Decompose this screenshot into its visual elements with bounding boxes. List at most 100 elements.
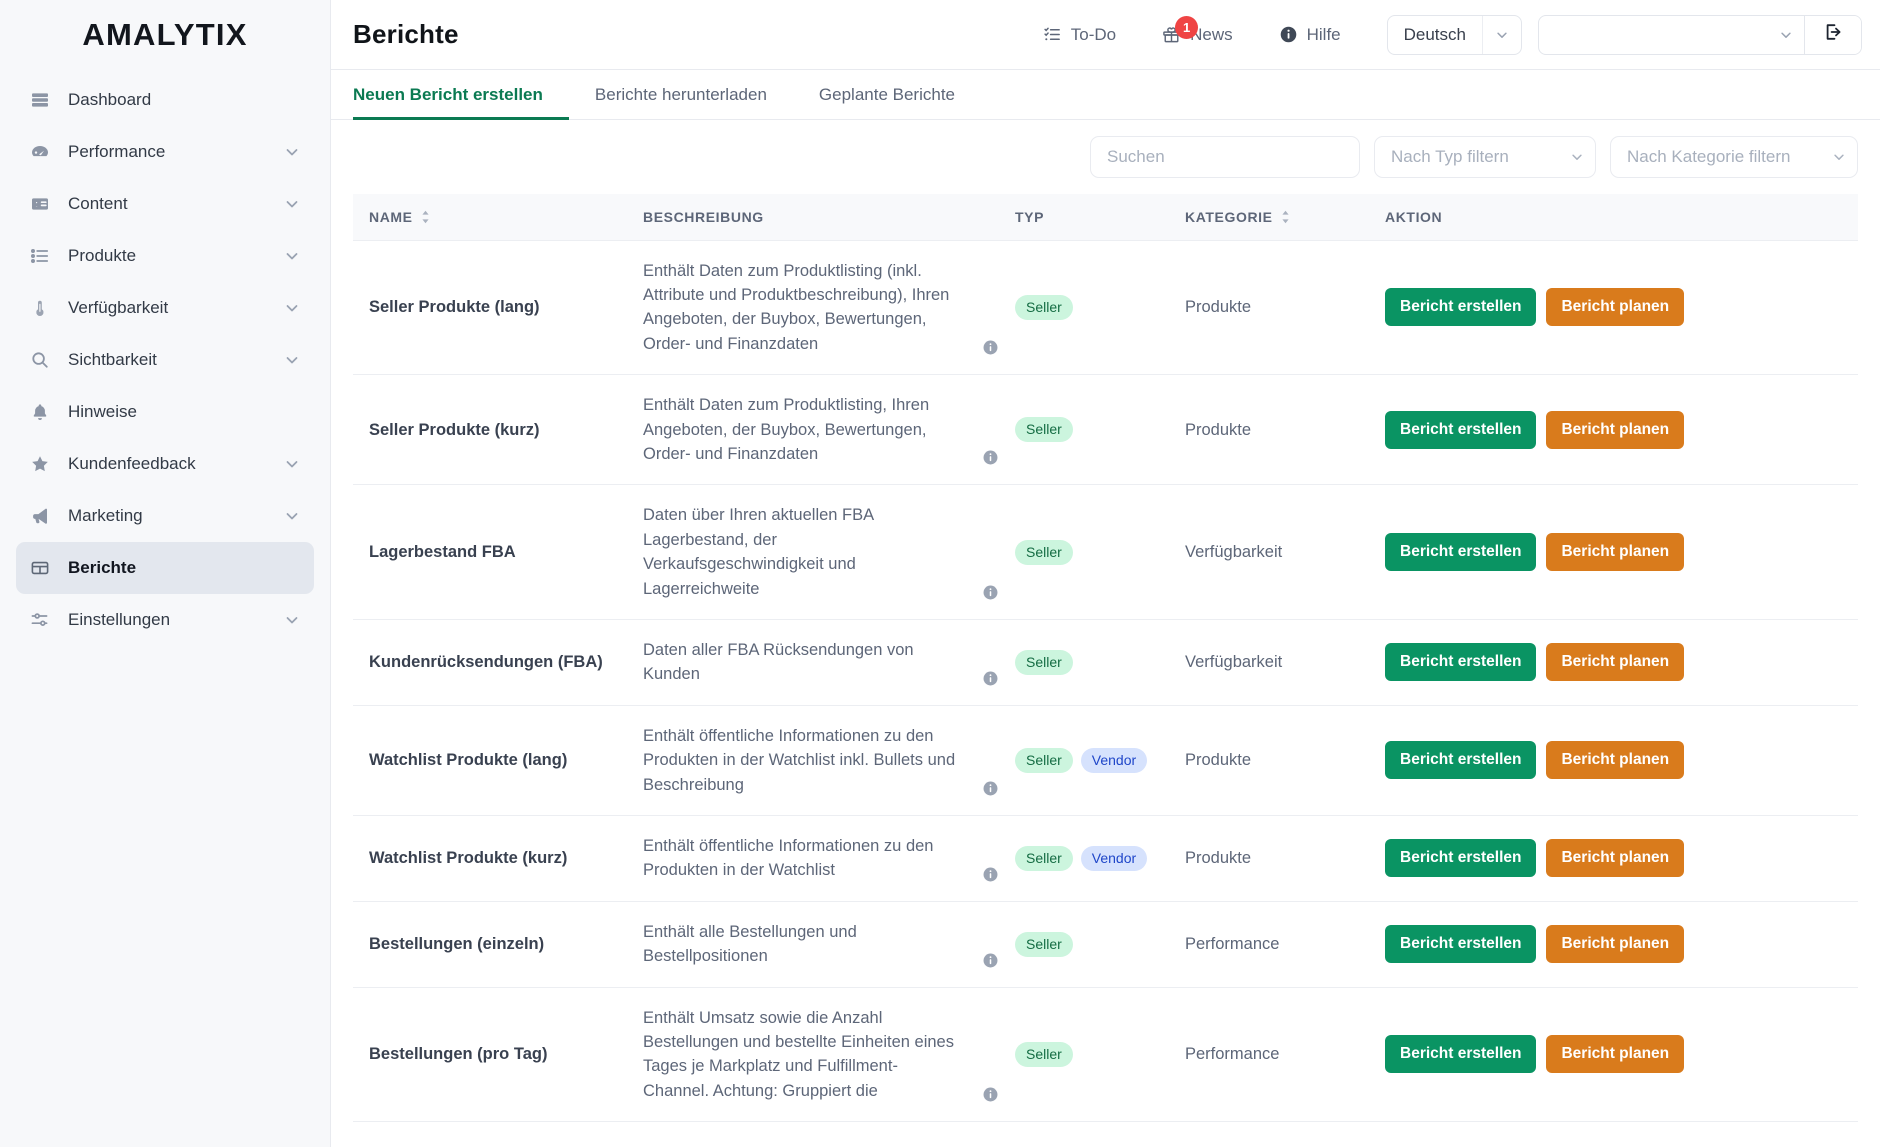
create-report-button[interactable]: Bericht erstellen	[1385, 741, 1537, 780]
chevron-down-icon[interactable]	[284, 456, 300, 472]
schedule-report-button[interactable]: Bericht planen	[1546, 288, 1685, 327]
type-filter-label: Nach Typ filtern	[1391, 147, 1509, 166]
column-header-kategorie[interactable]: KATEGORIE	[1175, 194, 1375, 241]
table-row: Seller Produkte (kurz) Enthält Daten zum …	[353, 374, 1858, 486]
create-report-button[interactable]: Bericht erstellen	[1385, 410, 1537, 449]
sidebar-item-dashboard[interactable]: Dashboard	[16, 74, 314, 126]
schedule-report-button[interactable]: Bericht planen	[1546, 839, 1685, 878]
logout-button[interactable]	[1805, 15, 1861, 54]
help-link[interactable]: Hilfe	[1279, 25, 1341, 45]
report-category-cell: Performance	[1175, 987, 1375, 1123]
star-icon	[30, 454, 56, 474]
report-action-cell: Bericht erstellen Bericht planen	[1375, 619, 1858, 706]
chevron-down-icon[interactable]	[284, 508, 300, 524]
tab-bar: Neuen Bericht erstellen Berichte herunter…	[331, 70, 1880, 120]
sidebar-item-label: Content	[68, 194, 128, 213]
tab-neuen-bericht-erstellen[interactable]: Neuen Bericht erstellen	[353, 85, 569, 120]
sidebar-item-content[interactable]: Content	[16, 178, 314, 230]
sidebar-item-label: Berichte	[68, 558, 137, 577]
brand-logo[interactable]: AMALYTIX	[0, 0, 330, 70]
language-selector[interactable]: Deutsch	[1386, 14, 1522, 55]
sidebar-item-performance[interactable]: Performance	[16, 126, 314, 178]
chevron-down-icon	[1768, 28, 1804, 42]
report-description-text: Daten aller FBA Rücksendungen von Kunden	[643, 640, 914, 684]
type-badge-vendor: Vendor	[1080, 845, 1148, 871]
report-category-cell: Produkte	[1175, 705, 1375, 817]
type-badge-seller: Seller	[1015, 747, 1073, 773]
table-body: Seller Produkte (lang) Enthält Daten zum …	[353, 240, 1858, 1123]
table-header-row: NAME BESCHREIBUNG TYP KATEGORIE AKTION	[353, 194, 1858, 241]
chevron-down-icon[interactable]	[284, 612, 300, 628]
report-action-cell: Bericht erstellen Bericht planen	[1375, 815, 1858, 902]
search-box[interactable]	[1090, 136, 1360, 178]
type-badges: Seller	[1015, 294, 1165, 320]
create-report-button[interactable]: Bericht erstellen	[1385, 1035, 1537, 1074]
todo-link[interactable]: To-Do	[1043, 25, 1116, 45]
schedule-report-button[interactable]: Bericht planen	[1546, 410, 1685, 449]
info-icon[interactable]	[982, 780, 999, 797]
category-filter-select[interactable]: Nach Kategorie filtern	[1610, 136, 1858, 178]
action-buttons: Bericht erstellen Bericht planen	[1385, 288, 1848, 327]
main-area: Berichte To-Do 1 News Hilfe Deutsch Neue…	[331, 0, 1880, 1147]
sidebar-item-kundenfeedback[interactable]: Kundenfeedback	[16, 438, 314, 490]
table-row: Lagerbestand FBA Daten über Ihren aktuell…	[353, 484, 1858, 620]
sidebar-item-einstellungen[interactable]: Einstellungen	[16, 594, 314, 646]
sidebar-item-berichte[interactable]: Berichte	[16, 542, 314, 594]
logout-icon	[1823, 22, 1843, 47]
info-icon[interactable]	[982, 584, 999, 601]
top-bar: Berichte To-Do 1 News Hilfe Deutsch	[331, 0, 1880, 70]
type-badge-seller: Seller	[1015, 1041, 1073, 1067]
column-header-name[interactable]: NAME	[353, 194, 633, 241]
info-icon[interactable]	[982, 339, 999, 356]
table-row: Bestellungen (pro Tag) Enthält Umsatz sow…	[353, 987, 1858, 1123]
action-buttons: Bericht erstellen Bericht planen	[1385, 1035, 1848, 1074]
schedule-report-button[interactable]: Bericht planen	[1546, 925, 1685, 964]
type-badges: Seller	[1015, 931, 1165, 957]
page-title: Berichte	[353, 19, 459, 49]
sidebar-item-produkte[interactable]: Produkte	[16, 230, 314, 282]
sidebar-item-label: Verfügbarkeit	[68, 298, 169, 317]
type-badge-seller: Seller	[1015, 417, 1073, 443]
sidebar-item-sichtbarkeit[interactable]: Sichtbarkeit	[16, 334, 314, 386]
schedule-report-button[interactable]: Bericht planen	[1546, 643, 1685, 682]
report-category-cell: Verfügbarkeit	[1175, 619, 1375, 706]
report-description-text: Enthält Daten zum Produktlisting, Ihren …	[643, 396, 930, 463]
column-header-inner: TYP	[1015, 209, 1044, 225]
info-icon[interactable]	[982, 1086, 999, 1103]
news-link[interactable]: 1 News	[1162, 15, 1233, 45]
create-report-button[interactable]: Bericht erstellen	[1385, 643, 1537, 682]
create-report-button[interactable]: Bericht erstellen	[1385, 533, 1537, 572]
sidebar-item-marketing[interactable]: Marketing	[16, 490, 314, 542]
sidebar-item-hinweise[interactable]: Hinweise	[16, 386, 314, 438]
schedule-report-button[interactable]: Bericht planen	[1546, 1035, 1685, 1074]
table-row: Bestellungen (einzeln) Enthält alle Beste…	[353, 901, 1858, 988]
info-icon[interactable]	[982, 670, 999, 687]
schedule-report-button[interactable]: Bericht planen	[1546, 533, 1685, 572]
chevron-down-icon[interactable]	[284, 144, 300, 160]
chevron-down-icon[interactable]	[284, 300, 300, 316]
account-selector[interactable]	[1539, 16, 1804, 54]
chevron-down-icon[interactable]	[284, 352, 300, 368]
sort-toggle-icon[interactable]	[420, 210, 431, 224]
report-name-cell: Bestellungen (einzeln)	[353, 901, 633, 988]
sidebar-item-label: Dashboard	[68, 90, 152, 109]
info-icon[interactable]	[982, 449, 999, 466]
tab-berichte-herunterladen[interactable]: Berichte herunterladen	[569, 85, 793, 120]
info-icon[interactable]	[982, 952, 999, 969]
chevron-down-icon[interactable]	[284, 248, 300, 264]
sidebar-item-verf-gbarkeit[interactable]: Verfügbarkeit	[16, 282, 314, 334]
reports-table-wrapper: NAME BESCHREIBUNG TYP KATEGORIE AKTION Selle…	[331, 194, 1880, 1147]
search-input[interactable]	[1107, 147, 1343, 167]
create-report-button[interactable]: Bericht erstellen	[1385, 288, 1537, 327]
info-icon[interactable]	[982, 866, 999, 883]
type-filter-select[interactable]: Nach Typ filtern	[1374, 136, 1596, 178]
tab-geplante-berichte[interactable]: Geplante Berichte	[793, 85, 981, 120]
sidebar-item-label: Produkte	[68, 246, 137, 265]
create-report-button[interactable]: Bericht erstellen	[1385, 925, 1537, 964]
sort-toggle-icon[interactable]	[1280, 210, 1291, 224]
schedule-report-button[interactable]: Bericht planen	[1546, 741, 1685, 780]
filter-bar: Nach Typ filtern Nach Kategorie filtern	[331, 120, 1880, 194]
type-badge-seller: Seller	[1015, 294, 1073, 320]
create-report-button[interactable]: Bericht erstellen	[1385, 839, 1537, 878]
chevron-down-icon[interactable]	[284, 196, 300, 212]
